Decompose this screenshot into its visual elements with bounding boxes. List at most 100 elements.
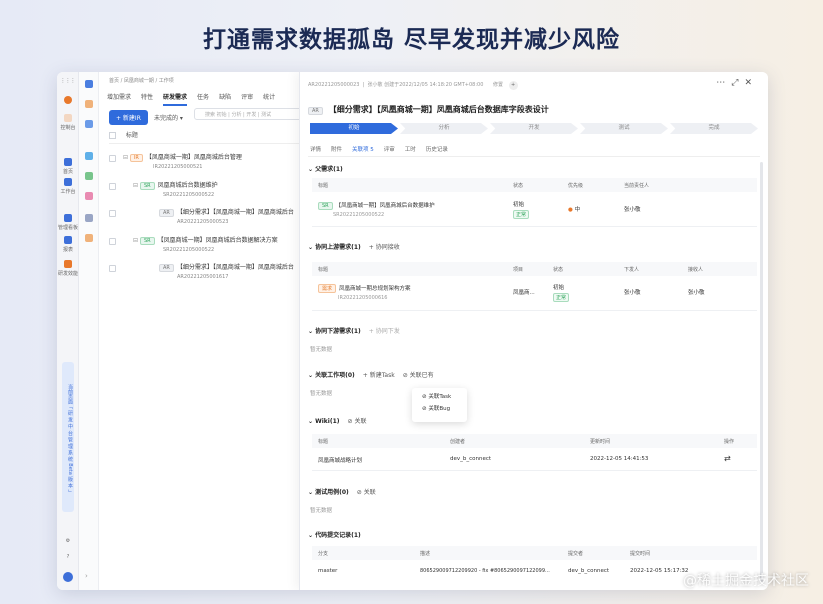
wiki-row-title[interactable]: 凤凰商城战略计划 xyxy=(318,456,362,464)
settings-icon[interactable]: ⚙ xyxy=(57,538,79,544)
link-existing-button[interactable]: ⊘ 关联已有 xyxy=(403,372,434,379)
row-title: 【凤凰商城一期】凤凰商城后台管理 xyxy=(145,154,242,161)
follow-toggle[interactable]: 修置 xyxy=(493,82,503,88)
section-workitems[interactable]: ⌄ 关联工作项(0) + 新建Task ⊘ 关联已有 xyxy=(308,370,434,379)
row-code: SR20221205000522 xyxy=(163,192,215,198)
tabs-divider xyxy=(308,156,760,157)
step-test[interactable]: 测试 xyxy=(580,123,668,134)
row-checkbox[interactable] xyxy=(109,155,116,162)
row-type-tag: AR xyxy=(159,264,174,272)
tab-feature[interactable]: 特性 xyxy=(141,92,153,106)
task-icon[interactable] xyxy=(85,152,93,160)
commit-row-desc[interactable]: 806529009712209920 - fix #80652900971220… xyxy=(420,568,550,574)
project-rail: › xyxy=(79,72,99,590)
title-type-tag: AR xyxy=(308,107,323,115)
rail-vertical-banner[interactable]: 当前页面「 研 发 中 台 管 理 系 统 Beta 版 本 」 xyxy=(62,362,74,512)
table-row[interactable]: AR 【细分需求】【凤凰商城一期】凤凰商城后台 AR20221205001617 xyxy=(159,262,294,280)
watermark: @稀土掘金技术社区 xyxy=(683,573,809,589)
select-all-checkbox[interactable] xyxy=(109,132,116,139)
tab-defect[interactable]: 缺陷 xyxy=(219,92,231,106)
menu-item-link-bug[interactable]: ⊘ 关联Bug xyxy=(412,400,467,412)
more-icon[interactable]: ⋯ xyxy=(716,78,731,88)
detail-scrollbar[interactable] xyxy=(760,162,763,582)
col-status: 状态 xyxy=(513,183,524,189)
collab-dispatch-button[interactable]: + 协同下发 xyxy=(369,328,400,335)
section-wiki[interactable]: ⌄ Wiki(1) ⊘ 关联 xyxy=(308,416,366,425)
row-code: AR20221205000523 xyxy=(177,219,229,225)
col-owner: 当前责任人 xyxy=(624,183,650,189)
add-follower-icon[interactable]: + xyxy=(508,81,518,90)
table-row[interactable]: ⊟ SR 凤凰商城后台数据维护 SR20221205000522 xyxy=(133,180,218,198)
defect-icon[interactable] xyxy=(85,172,93,180)
tab-add-requirement[interactable]: 增加需求 xyxy=(107,92,131,106)
row-type-tag: AR xyxy=(159,209,174,217)
rail-item-efficiency[interactable]: 研发效能 xyxy=(57,260,79,277)
collab-receive-button[interactable]: + 协同接收 xyxy=(369,244,400,251)
tab-stats[interactable]: 统计 xyxy=(263,92,275,106)
rail-item-board[interactable]: 管理看板 xyxy=(57,214,79,231)
row-title: 凤凰商城后台数据维护 xyxy=(157,182,218,189)
project-logo-icon[interactable] xyxy=(85,80,93,88)
collapse-chevron-icon[interactable]: › xyxy=(85,572,93,580)
rail-item-home[interactable]: 首页 xyxy=(57,158,79,175)
commits-table-header xyxy=(312,546,757,560)
upstream-row-title[interactable]: 需求 凤凰商城一期总规划架构方案 IR20221205000616 xyxy=(318,284,411,301)
row-code: IR20221205000521 xyxy=(153,164,203,170)
step-done[interactable]: 完成 xyxy=(670,123,758,134)
unlink-icon[interactable]: ⇄ xyxy=(724,454,731,463)
tab-rd-requirement[interactable]: 研发需求 xyxy=(163,92,188,106)
tab-review[interactable]: 评审 xyxy=(241,92,253,106)
tab-task[interactable]: 任务 xyxy=(197,92,209,106)
table-row[interactable]: ⊟ IR 【凤凰商城一期】凤凰商城后台管理 IR20221205000521 xyxy=(123,152,242,170)
expand-icon[interactable]: ⤢ xyxy=(731,78,744,88)
wiki-link-button[interactable]: ⊘ 关联 xyxy=(348,418,367,425)
avatar[interactable] xyxy=(57,572,79,584)
close-icon[interactable]: ✕ xyxy=(744,78,758,88)
col-status: 状态 xyxy=(553,267,564,273)
commit-row-branch: master xyxy=(318,568,338,574)
row-title: 【凤凰商城一期】凤凰商城后台数据解决方案 xyxy=(157,237,278,244)
help-icon[interactable]: ? xyxy=(57,554,79,560)
col-project: 项目 xyxy=(513,267,524,273)
list-search-input[interactable]: 搜索 初始 | 分析 | 开发 | 测试 xyxy=(194,108,304,120)
section-parent[interactable]: ⌄ 父需求(1) xyxy=(308,164,343,173)
parent-row-title[interactable]: SR 【凤凰商城一期】凤凰商城后台数据维护 SR20221205000522 xyxy=(318,201,435,218)
requirement-icon[interactable] xyxy=(85,100,93,108)
doc-icon[interactable] xyxy=(85,214,93,222)
table-row[interactable]: ⊟ SR 【凤凰商城一期】凤凰商城后台数据解决方案 SR2022120500052… xyxy=(133,235,278,253)
testcase-link-button[interactable]: ⊘ 关联 xyxy=(357,489,376,496)
rail-item-console[interactable]: 控制台 xyxy=(57,114,79,131)
apps-grid-icon[interactable]: ⋮⋮⋮ xyxy=(57,78,79,84)
row-checkbox[interactable] xyxy=(109,238,116,245)
row-checkbox[interactable] xyxy=(109,210,116,217)
section-downstream[interactable]: ⌄ 协同下游需求(1) + 协同下发 xyxy=(308,326,400,335)
home-icon xyxy=(64,158,72,166)
col-actions: 操作 xyxy=(724,439,735,445)
section-commits[interactable]: ⌄ 代码提交记录(1) xyxy=(308,530,361,539)
new-task-button[interactable]: + 新建Task xyxy=(363,372,395,379)
row-code: AR20221205001617 xyxy=(177,274,229,280)
row-checkbox[interactable] xyxy=(109,183,116,190)
section-upstream[interactable]: ⌄ 协同上游需求(1) + 协同接收 xyxy=(308,242,400,251)
title-text[interactable]: 【细分需求】【凤凰商城一期】凤凰商城后台数据库字段表设计 xyxy=(329,105,549,114)
detail-drawer: AR20221205000023 | 张小敬 创建于2022/12/05 14:… xyxy=(299,72,768,590)
menu-item-link-task[interactable]: ⊘ 关联Task xyxy=(412,388,467,400)
status-filter-dropdown[interactable]: 未完成的 ▾ xyxy=(154,113,183,122)
step-initial[interactable]: 初始 xyxy=(310,123,398,134)
col-receiver: 接收人 xyxy=(688,267,704,273)
step-analysis[interactable]: 分析 xyxy=(400,123,488,134)
table-row[interactable]: AR 【细分需求】【凤凰商城一期】凤凰商城后台 AR20221205000523 xyxy=(159,207,294,225)
row-checkbox[interactable] xyxy=(109,265,116,272)
col-committer: 提交者 xyxy=(568,551,584,557)
rail-item-report[interactable]: 报表 xyxy=(57,236,79,253)
rail-item-workbench[interactable]: 工作台 xyxy=(57,178,79,195)
review-icon[interactable] xyxy=(85,192,93,200)
section-testcases[interactable]: ⌄ 测试用例(0) ⊘ 关联 xyxy=(308,487,376,496)
divider xyxy=(312,310,757,311)
package-icon[interactable] xyxy=(85,234,93,242)
testcases-empty: 暂无数据 xyxy=(310,508,333,514)
feature-icon[interactable] xyxy=(85,120,93,128)
report-icon xyxy=(64,236,72,244)
step-develop[interactable]: 开发 xyxy=(490,123,578,134)
new-ir-button[interactable]: + 新建IR xyxy=(109,110,148,125)
